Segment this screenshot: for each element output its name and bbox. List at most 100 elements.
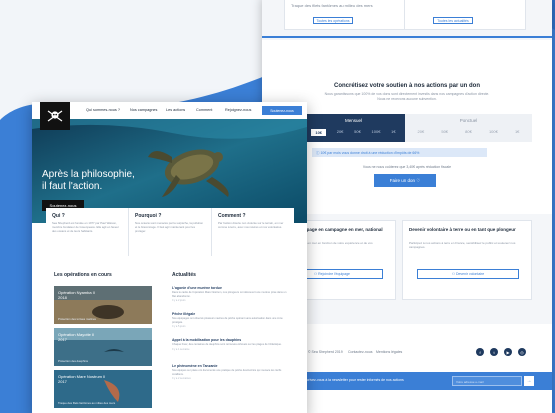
card-text: Traque des filets fantômes au milieu des… (291, 3, 373, 8)
amount-option[interactable]: 100€ (489, 129, 498, 134)
tab-monthly-label: Mensuel (344, 118, 362, 123)
why-why: Pourquoi ? Nos océans sont menacés par l… (129, 208, 212, 256)
news-item-text: Nos équipages ont observé plusieurs navi… (172, 317, 283, 324)
amount-option[interactable]: 20€ (418, 129, 425, 134)
operations-card: Traque des filets fantômes au milieu des… (284, 0, 406, 30)
operation-caption: Protection des dauphins (58, 359, 89, 363)
operation-year: 2017 (58, 337, 67, 342)
news-item-date: Il y a 2 jours (172, 299, 186, 302)
donation-title: Concrétisez votre soutien à nos actions … (333, 83, 481, 89)
site-header: Qui sommes-nous ? Nos campagnes Les acti… (32, 102, 307, 119)
news-item-date: Il y a 5 jours (172, 325, 186, 328)
news-item[interactable]: Pêche illégale Nos équipages ont observé… (172, 312, 287, 328)
nav-item-about[interactable]: Qui sommes-nous ? (86, 108, 120, 112)
volunteer-button-label: Devenir volontaire (455, 272, 485, 276)
operation-name: Opération Nyamba II 2018 (58, 290, 95, 300)
news-item-date: Il y a 2 semaines (172, 377, 191, 380)
join-crew-button-label: Rejoindre l'équipage (318, 272, 350, 276)
news-title: Actualités (172, 272, 196, 278)
why-why-text: Nos océans sont menacés par la surpêche,… (135, 221, 203, 233)
newsletter-text: Inscrivez-vous à la newsletter pour rest… (302, 378, 404, 382)
tab-monthly[interactable]: Mensuel 10€ 20€ 50€ 100€ 1€ (302, 114, 405, 142)
volunteer-button[interactable]: ⚇ Devenir volontaire (417, 269, 519, 279)
hero-title-line2: il faut l'action. (42, 180, 103, 192)
all-operations-button[interactable]: Toutes les opérations (313, 17, 353, 24)
one-time-amounts: 20€ 50€ 80€ 100€ 1€ (405, 129, 532, 134)
amount-option[interactable]: 50€ (354, 129, 361, 136)
back-top-section: Traque des filets fantômes au milieu des… (262, 0, 552, 40)
amount-option[interactable]: 80€ (465, 129, 472, 134)
twitter-icon[interactable]: t (490, 348, 498, 356)
nav-item-how[interactable]: Comment (196, 108, 212, 112)
news-item[interactable]: Appel à la mobilisation pour les dauphin… (172, 338, 287, 351)
amount-option[interactable]: 100€ (372, 129, 381, 136)
user-icon: ⚇ (314, 272, 318, 276)
operation-year: 2018 (58, 295, 67, 300)
news-item-title: Appel à la mobilisation pour les dauphin… (172, 338, 242, 342)
facebook-icon[interactable]: f (476, 348, 484, 356)
donation-subtitle: Nous garantissons que 100% de vos dons s… (324, 92, 490, 101)
tab-one-time-label: Ponctuel (459, 118, 478, 123)
volunteer-card-title: Devenir volontaire à terre ou en tant qu… (409, 227, 516, 232)
why-how-title: Comment ? (218, 213, 246, 219)
news-item[interactable]: L'agonie d'une murène tordue Dans le cad… (172, 286, 287, 302)
volunteer-card: Devenir volontaire à terre ou en tant qu… (402, 220, 532, 300)
why-section: Qui ? Sea Shepherd est fondée en 1977 pa… (46, 208, 294, 256)
operation-caption: Traque des filets fantômes au milieu des… (58, 401, 116, 405)
amount-option[interactable]: 20€ (337, 129, 344, 136)
site-logo[interactable] (40, 102, 70, 130)
why-who: Qui ? Sea Shepherd est fondée en 1977 pa… (46, 208, 129, 256)
operation-caption: Protection des tortues marines (58, 317, 96, 321)
newsletter-submit-button[interactable]: → (524, 376, 534, 386)
instagram-icon[interactable]: ◎ (518, 348, 526, 356)
skull-icon (47, 110, 63, 122)
user-icon: ⚇ (451, 272, 455, 276)
heart-icon: ♡ (416, 177, 421, 183)
content-section: Les opérations en cours Opération Nyamba… (44, 262, 294, 413)
nav-item-join[interactable]: Rejoignez-nous (225, 108, 251, 112)
support-nav-button[interactable]: Soutenez-nous (262, 106, 302, 115)
news-item-title: Pêche illégale (172, 312, 196, 316)
divider (262, 36, 552, 38)
youtube-icon[interactable]: ▶ (504, 348, 512, 356)
news-item-text: Dans le cadre de l'opération Mare Nostru… (172, 291, 287, 298)
why-how: Comment ? Par l'action directe non viole… (212, 208, 294, 256)
donate-button-label: Faire un don (389, 178, 415, 183)
news-item-title: L'agonie d'une murène tordue (172, 286, 222, 290)
nav-item-campaigns[interactable]: Nos campagnes (130, 108, 157, 112)
all-news-button[interactable]: Toutes les actualités (433, 17, 473, 24)
news-item-text: Chaque hiver, des centaines de dauphins … (172, 343, 282, 346)
donate-button[interactable]: Faire un don ♡ (374, 174, 436, 187)
news-item-date: Il y a 1 semaine (172, 347, 190, 351)
tax-note: ⓘ 10€ par mois vous donne droit à une ré… (312, 148, 487, 157)
amount-option[interactable]: 1€ (515, 129, 519, 134)
operation-year: 2017 (58, 379, 67, 384)
news-item[interactable]: Le phénomène en Tanzanie Nos équipes sur… (172, 364, 287, 380)
tax-note-text: 10€ par mois vous donne droit à une rédu… (320, 150, 420, 155)
amount-option[interactable]: 50€ (441, 129, 448, 134)
news-item-title: Le phénomène en Tanzanie (172, 364, 218, 368)
footer-link-legal[interactable]: Mentions légales (376, 350, 402, 354)
front-page: Qui sommes-nous ? Nos campagnes Les acti… (32, 102, 307, 413)
why-why-title: Pourquoi ? (135, 213, 162, 219)
operations-title: Les opérations en cours (54, 272, 112, 278)
amount-option[interactable]: 1€ (391, 129, 395, 136)
volunteer-card-text: Participez à nos actions à terre en Fran… (409, 241, 516, 249)
monthly-amounts: 10€ 20€ 50€ 100€ 1€ (302, 129, 405, 136)
donation-tabs: Mensuel 10€ 20€ 50€ 100€ 1€ Ponctuel 20€ 50€ 8… (302, 114, 532, 142)
operation-name: Opération Mare Nostrum II 2017 (58, 374, 105, 384)
operation-card[interactable]: Opération Nyamba II 2018 Protection des t… (54, 286, 152, 324)
footer-link-contact[interactable]: Contactez-nous (348, 350, 373, 354)
amount-option[interactable]: 10€ (311, 129, 327, 136)
nav-item-actions[interactable]: Les actions (166, 108, 185, 112)
operation-card[interactable]: Opération Mayotte II 2017 Protection des … (54, 328, 152, 366)
why-who-title: Qui ? (52, 213, 65, 219)
hero-title: Après la philosophie, il faut l'action. (42, 169, 135, 192)
operation-name: Opération Mayotte II 2017 (58, 332, 94, 342)
news-item-text: Nos équipes sur place ont documenté une … (172, 369, 282, 376)
tab-one-time[interactable]: Ponctuel 20€ 50€ 80€ 100€ 1€ (405, 114, 532, 142)
news-card: Toutes les actualités (404, 0, 526, 30)
newsletter-email-input[interactable]: Votre adresse e-mail (452, 376, 522, 386)
hero-title-line1: Après la philosophie, (42, 169, 135, 180)
operation-card[interactable]: Opération Mare Nostrum II 2017 Traque des… (54, 370, 152, 408)
